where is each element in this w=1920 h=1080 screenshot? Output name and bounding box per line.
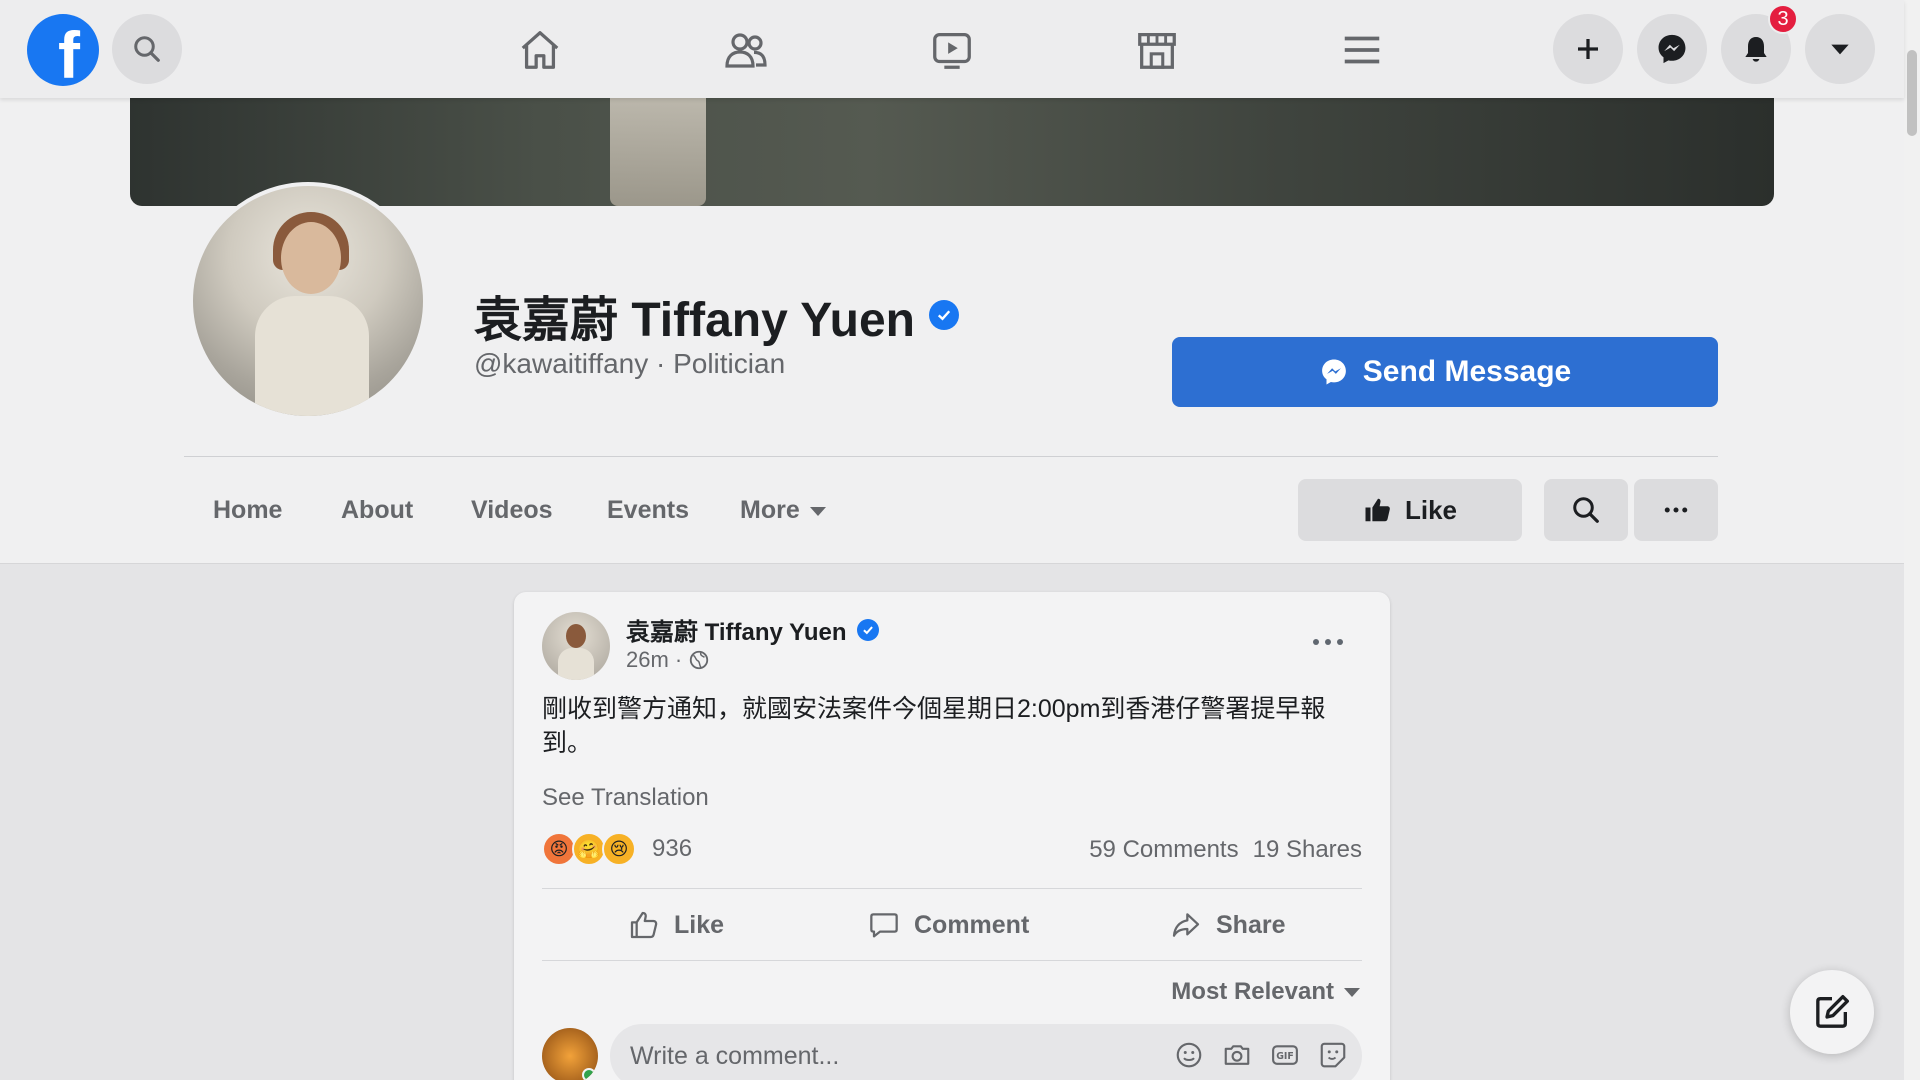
send-message-label: Send Message (1362, 355, 1572, 388)
compose-edit-icon (1816, 995, 1849, 1028)
search-icon (134, 36, 160, 62)
hamburger-menu-icon (1344, 36, 1380, 64)
messenger-icon (1658, 34, 1686, 64)
verified-badge-icon (856, 618, 879, 641)
messenger-button[interactable] (1637, 14, 1707, 84)
tab-home[interactable]: Home (213, 496, 282, 525)
more-dots-icon (1664, 507, 1688, 513)
caret-down-icon (1344, 987, 1360, 997)
gif-icon[interactable]: GIF (1270, 1040, 1300, 1070)
share-arrow-icon (1172, 913, 1200, 937)
globe-icon (690, 650, 709, 670)
home-icon (521, 31, 559, 69)
plus-icon (1578, 39, 1598, 59)
caret-down-icon (809, 506, 826, 516)
comment-bubble-icon (870, 913, 898, 938)
like-page-button[interactable]: Like (1298, 479, 1522, 541)
see-translation-link[interactable]: See Translation (542, 784, 709, 812)
tab-more-label: More (740, 496, 800, 524)
like-page-label: Like (1404, 494, 1458, 525)
create-button[interactable] (1553, 14, 1623, 84)
post-body-text: 剛收到警方通知，就國安法案件今個星期日2:00pm到香港仔警署提早報到。 (542, 695, 1326, 757)
page-more-options-button[interactable] (1634, 479, 1718, 541)
thumbs-up-icon (1365, 498, 1390, 522)
nav-friends-tab[interactable] (714, 18, 778, 82)
post-share-button[interactable]: Share (1170, 902, 1285, 948)
post-share-label: Share (1216, 910, 1286, 939)
online-status-dot (582, 1068, 596, 1080)
scrollbar-thumb[interactable] (1907, 50, 1917, 136)
post-author-name[interactable]: 袁嘉蔚 Tiffany Yuen (626, 612, 847, 647)
page-name-text: 袁嘉蔚 Tiffany Yuen (474, 294, 915, 347)
marketplace-store-icon (1138, 33, 1176, 69)
angry-reaction-icon: 😡 (542, 832, 576, 866)
comment-tools: GIF (1174, 1040, 1348, 1070)
page-handle-category: @kawaitiffany · Politician (474, 348, 786, 379)
verified-badge-icon (928, 300, 959, 330)
post-author[interactable]: 袁嘉蔚 Tiffany Yuen (626, 612, 879, 647)
comment-placeholder: Write a comment... (630, 1041, 840, 1070)
cover-photo[interactable] (130, 98, 1774, 206)
camera-icon[interactable] (1222, 1040, 1252, 1070)
post-options-button[interactable] (1312, 622, 1344, 654)
comment-input[interactable]: Write a comment... GIF (610, 1024, 1362, 1080)
post-comment-button[interactable]: Comment (868, 902, 1029, 948)
engagement-counts: 59 Comments 19 Shares (1089, 836, 1362, 864)
page-title: 袁嘉蔚 Tiffany Yuen (474, 280, 959, 350)
header-divider (184, 456, 1718, 457)
video-play-icon (933, 33, 971, 69)
tab-about[interactable]: About (341, 496, 413, 525)
more-dots-icon (1313, 639, 1343, 645)
friends-icon (725, 33, 767, 68)
tab-more[interactable]: More (740, 496, 826, 525)
reactions-summary[interactable]: 😡 🤗 😢 936 (542, 832, 692, 866)
top-navigation-bar: f 3 (0, 0, 1904, 98)
bell-icon (1745, 37, 1767, 62)
nav-marketplace-tab[interactable] (1125, 18, 1189, 82)
thumbs-up-outline-icon (630, 911, 658, 939)
comments-count[interactable]: 59 Comments (1089, 836, 1238, 864)
account-menu-button[interactable] (1805, 14, 1875, 84)
sad-reaction-icon: 😢 (602, 832, 636, 866)
search-icon (1573, 497, 1599, 523)
new-message-compose-button[interactable] (1790, 970, 1874, 1054)
profile-picture[interactable] (189, 182, 427, 420)
comment-sort-dropdown[interactable]: Most Relevant (1171, 978, 1360, 1006)
reaction-count[interactable]: 936 (652, 835, 692, 863)
send-message-button[interactable]: Send Message (1172, 337, 1718, 407)
page-scrollbar[interactable] (1904, 0, 1920, 1080)
svg-text:GIF: GIF (1276, 1051, 1294, 1062)
page-search-button[interactable] (1544, 479, 1628, 541)
post-comment-label: Comment (914, 910, 1030, 939)
caret-down-icon (1831, 44, 1849, 55)
post-like-label: Like (674, 910, 725, 939)
shares-count[interactable]: 19 Shares (1253, 836, 1362, 864)
post-like-button[interactable]: Like (628, 902, 724, 948)
profile-header: 袁嘉蔚 Tiffany Yuen @kawaitiffany · Politic… (0, 98, 1904, 564)
tab-videos[interactable]: Videos (471, 496, 553, 525)
nav-home-tab[interactable] (508, 18, 572, 82)
nav-menu-tab[interactable] (1330, 18, 1394, 82)
emoji-icon[interactable] (1174, 1040, 1204, 1070)
post-card: 袁嘉蔚 Tiffany Yuen 26m · 剛收到警方通知，就國安法案件今個星… (514, 592, 1390, 1080)
comment-sort-label: Most Relevant (1171, 978, 1334, 1005)
care-reaction-icon: 🤗 (572, 832, 606, 866)
search-button[interactable] (112, 14, 182, 84)
current-user-avatar[interactable] (542, 1028, 598, 1080)
divider (542, 888, 1362, 889)
messenger-icon (1321, 359, 1346, 385)
facebook-logo[interactable]: f (27, 14, 99, 86)
nav-watch-tab[interactable] (920, 18, 984, 82)
post-author-avatar[interactable] (542, 612, 610, 680)
post-time-text[interactable]: 26m · (626, 647, 682, 673)
sticker-icon[interactable] (1318, 1040, 1348, 1070)
notification-badge: 3 (1768, 4, 1798, 34)
tab-events[interactable]: Events (607, 496, 689, 525)
post-timestamp[interactable]: 26m · (626, 647, 710, 673)
divider (542, 960, 1362, 961)
